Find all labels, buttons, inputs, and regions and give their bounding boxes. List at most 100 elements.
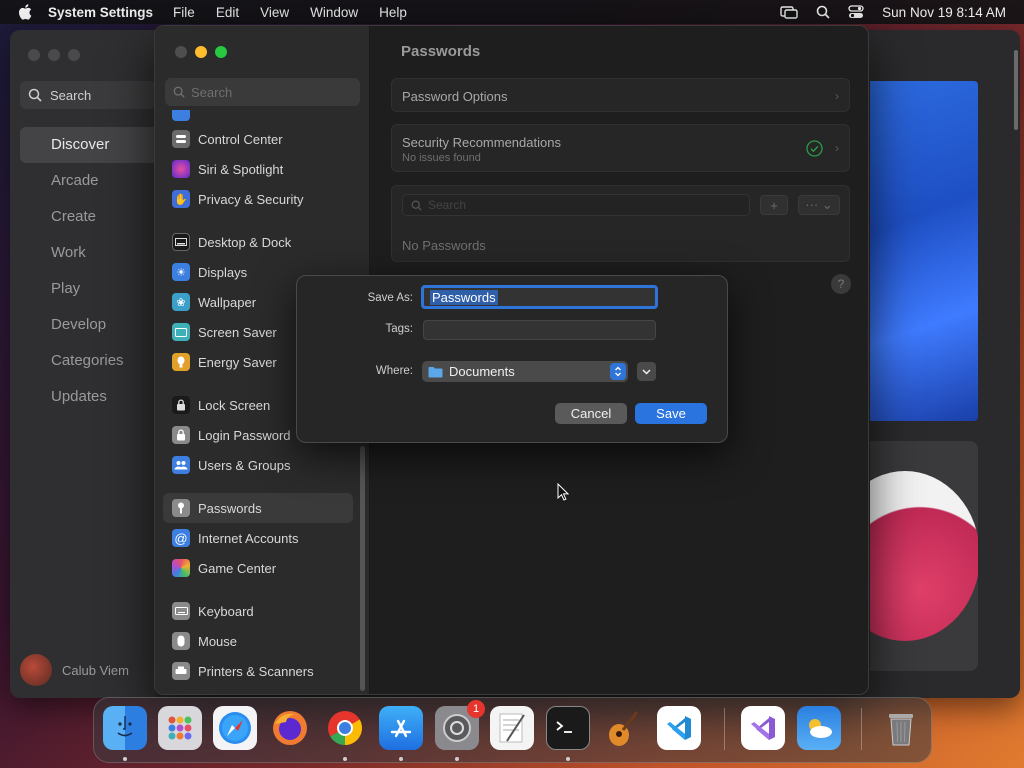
menu-file[interactable]: File <box>173 5 195 20</box>
sidebar-item-desktop-dock[interactable]: Desktop & Dock <box>163 227 353 257</box>
app-store-icon[interactable] <box>379 706 423 750</box>
featured-banner[interactable] <box>870 81 978 421</box>
game-center-icon <box>172 559 190 577</box>
sidebar-item-siri-spotlight[interactable]: Siri & Spotlight <box>163 154 353 184</box>
terminal-icon[interactable] <box>546 706 590 750</box>
nav-discover[interactable]: Discover <box>20 127 156 163</box>
dock-separator <box>861 708 862 750</box>
control-center-icon[interactable] <box>848 5 864 19</box>
sidebar-item-label: Login Password <box>198 427 291 443</box>
sidebar-item-partial[interactable] <box>163 110 353 124</box>
scrollbar[interactable] <box>1014 50 1018 130</box>
sidebar-item-label: Screen Saver <box>198 324 277 340</box>
folder-icon <box>428 366 443 377</box>
sidebar-item-printers-scanners[interactable]: Printers & Scanners <box>163 656 353 686</box>
trash-icon[interactable] <box>879 706 923 750</box>
system-settings-icon[interactable]: 1 <box>435 700 485 750</box>
where-location-select[interactable]: Documents <box>422 361 628 382</box>
privacy-hand-icon: ✋ <box>172 190 190 208</box>
finder-icon[interactable] <box>103 706 147 750</box>
sidebar-item-label: Energy Saver <box>198 354 277 370</box>
more-options-button[interactable]: ··· ⌄ <box>798 195 840 215</box>
minimize-button[interactable] <box>195 46 207 58</box>
sidebar-item-users-groups[interactable]: Users & Groups <box>163 450 353 480</box>
screen-mirroring-icon[interactable] <box>780 5 798 19</box>
sidebar-item-label: Internet Accounts <box>198 530 299 546</box>
sidebar-item-label: Control Center <box>198 131 283 147</box>
textedit-icon[interactable] <box>490 706 534 750</box>
zoom-button[interactable] <box>215 46 227 58</box>
nav-create[interactable]: Create <box>20 199 156 235</box>
sidebar-item-label: Wallpaper <box>198 294 257 310</box>
sidebar-scrollbar[interactable] <box>360 446 365 691</box>
running-indicator <box>399 757 403 761</box>
nav-develop[interactable]: Develop <box>20 307 156 343</box>
screen-saver-icon <box>172 323 190 341</box>
chevron-right-icon: › <box>835 89 839 103</box>
minimize-button[interactable] <box>48 49 60 61</box>
sidebar-item-keyboard[interactable]: Keyboard <box>163 596 353 626</box>
account-button[interactable]: Calub Viem <box>20 654 129 686</box>
keyboard-icon <box>172 602 190 620</box>
close-button[interactable] <box>175 46 187 58</box>
zoom-button[interactable] <box>68 49 80 61</box>
firefox-icon[interactable] <box>268 706 312 750</box>
running-indicator <box>123 757 127 761</box>
sidebar-item-label: Users & Groups <box>198 457 291 473</box>
sidebar-item-game-center[interactable]: Game Center <box>163 553 353 583</box>
help-button[interactable]: ? <box>831 274 851 294</box>
apple-menu-icon[interactable] <box>18 4 34 20</box>
passwords-search-field[interactable]: Search <box>402 194 750 216</box>
save-button[interactable]: Save <box>635 403 707 424</box>
sidebar-item-privacy-security[interactable]: ✋ Privacy & Security <box>163 184 353 214</box>
sidebar-item-control-center[interactable]: Control Center <box>163 124 353 154</box>
chrome-icon[interactable] <box>323 706 367 750</box>
launchpad-icon[interactable] <box>158 706 202 750</box>
featured-app-card[interactable] <box>870 441 978 671</box>
password-options-row[interactable]: Password Options › <box>391 78 850 112</box>
siri-icon <box>172 160 190 178</box>
tags-field[interactable] <box>423 320 656 340</box>
expand-dialog-button[interactable] <box>637 362 656 381</box>
sidebar-item-internet-accounts[interactable]: @ Internet Accounts <box>163 523 353 553</box>
where-value: Documents <box>449 364 515 379</box>
app-store-nav: Discover Arcade Create Work Play Develop… <box>20 127 156 415</box>
settings-search-field[interactable]: Search <box>165 78 360 106</box>
nav-play[interactable]: Play <box>20 271 156 307</box>
garageband-icon[interactable] <box>601 706 645 750</box>
app-store-search-field[interactable]: Search <box>20 81 156 109</box>
menu-view[interactable]: View <box>260 5 289 20</box>
app-name-menu[interactable]: System Settings <box>48 5 153 20</box>
add-password-button[interactable]: + <box>760 195 788 215</box>
menu-window[interactable]: Window <box>310 5 358 20</box>
menu-edit[interactable]: Edit <box>216 5 239 20</box>
safari-icon[interactable] <box>213 706 257 750</box>
visual-studio-icon[interactable] <box>741 706 785 750</box>
cancel-button[interactable]: Cancel <box>555 403 627 424</box>
users-groups-icon <box>172 456 190 474</box>
nav-arcade[interactable]: Arcade <box>20 163 156 199</box>
save-as-field[interactable]: Passwords <box>421 285 658 309</box>
menu-help[interactable]: Help <box>379 5 407 20</box>
security-recommendations-row[interactable]: Security Recommendations No issues found… <box>391 124 850 172</box>
nav-categories[interactable]: Categories <box>20 343 156 379</box>
sidebar-item-label: Privacy & Security <box>198 191 304 207</box>
partial-icon <box>172 110 190 121</box>
nav-updates[interactable]: Updates <box>20 379 156 415</box>
where-label: Where: <box>375 365 413 377</box>
account-name: Calub Viem <box>62 662 129 678</box>
spotlight-search-icon[interactable] <box>816 5 830 19</box>
sidebar-item-mouse[interactable]: Mouse <box>163 626 353 656</box>
search-icon <box>411 200 422 211</box>
nav-work[interactable]: Work <box>20 235 156 271</box>
save-as-value: Passwords <box>430 289 498 305</box>
vscode-icon[interactable] <box>657 706 701 750</box>
mouse-pointer-icon <box>557 482 570 506</box>
dock-separator <box>724 708 725 750</box>
close-button[interactable] <box>28 49 40 61</box>
mouse-icon <box>172 632 190 650</box>
sidebar-item-passwords[interactable]: Passwords <box>163 493 353 523</box>
menu-clock[interactable]: Sun Nov 19 8:14 AM <box>882 5 1006 20</box>
weather-icon[interactable] <box>797 706 841 750</box>
chevron-right-icon: › <box>835 141 839 155</box>
